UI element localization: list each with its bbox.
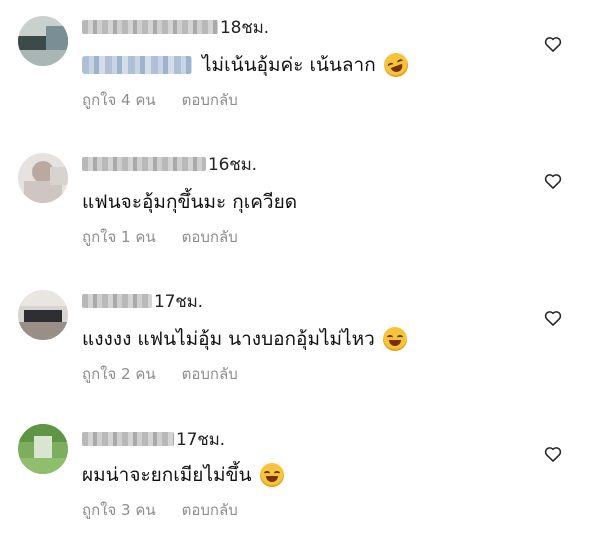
username-blurred[interactable] (82, 432, 174, 446)
like-count-link[interactable]: ถูกใจ 1 คน (82, 225, 156, 249)
comment-meta: ถูกใจ 1 คน ตอบกลับ (82, 225, 238, 249)
username-row: 16ชม. (82, 155, 257, 175)
mention-blurred[interactable] (82, 56, 192, 74)
comment-item: 16ชม. แฟนจะอุ้มกุขึ้นมะ กุเควียด ถูกใจ 1… (0, 137, 600, 267)
reply-button[interactable]: ตอบกลับ (182, 88, 238, 112)
comment-time: 17ชม. (154, 291, 203, 312)
username-row: 18ชม. (82, 18, 269, 38)
comment-item: 17ชม. แงงงง แฟนไม่อุ้ม นางบอกอุ้มไม่ไหว … (0, 274, 600, 404)
like-count-link[interactable]: ถูกใจ 3 คน (82, 498, 156, 522)
comment-text-row: แฟนจะอุ้มกุขึ้นมะ กุเควียด (82, 187, 297, 217)
username-blurred[interactable] (82, 20, 218, 34)
reply-button[interactable]: ตอบกลับ (182, 362, 238, 386)
avatar[interactable] (18, 153, 68, 203)
comment-item: 17ชม. ผมน่าจะยกเมียไม่ขึ้น ถูกใจ 3 คน ตอ… (0, 412, 600, 542)
comment-meta: ถูกใจ 2 คน ตอบกลับ (82, 362, 238, 386)
username-blurred[interactable] (82, 157, 206, 171)
comment-meta: ถูกใจ 4 คน ตอบกลับ (82, 88, 238, 112)
comment-text-row: แงงงง แฟนไม่อุ้ม นางบอกอุ้มไม่ไหว (82, 324, 407, 354)
comment-time: 18ชม. (220, 17, 269, 38)
comment-text: ผมน่าจะยกเมียไม่ขึ้น (82, 464, 252, 486)
username-blurred[interactable] (82, 294, 152, 308)
like-count-link[interactable]: ถูกใจ 4 คน (82, 88, 156, 112)
heart-outline-icon[interactable] (543, 171, 563, 191)
avatar[interactable] (18, 424, 68, 474)
tears-of-joy-icon (259, 463, 284, 487)
avatar[interactable] (18, 290, 68, 340)
comment-item: 18ชม. ไม่เน้นอุ้มค่ะ เน้นลาก ถูกใจ 4 คน … (0, 0, 600, 130)
comment-text-row: ผมน่าจะยกเมียไม่ขึ้น (82, 460, 284, 490)
comment-text: แฟนจะอุ้มกุขึ้นมะ กุเควียด (82, 191, 298, 213)
username-row: 17ชม. (82, 430, 225, 450)
comment-text-row: ไม่เน้นอุ้มค่ะ เน้นลาก (82, 49, 412, 81)
reply-button[interactable]: ตอบกลับ (182, 498, 238, 522)
comment-time: 17ชม. (176, 429, 225, 450)
heart-outline-icon[interactable] (543, 34, 563, 54)
reply-button[interactable]: ตอบกลับ (182, 225, 238, 249)
comment-meta: ถูกใจ 3 คน ตอบกลับ (82, 498, 238, 522)
tears-of-joy-icon (382, 327, 407, 351)
avatar[interactable] (18, 16, 68, 66)
username-row: 17ชม. (82, 292, 203, 312)
like-count-link[interactable]: ถูกใจ 2 คน (82, 362, 156, 386)
comment-text: ไม่เน้นอุ้มค่ะ เน้นลาก (202, 54, 376, 76)
comment-text: แงงงง แฟนไม่อุ้ม นางบอกอุ้มไม่ไหว (82, 328, 375, 350)
comment-time: 16ชม. (208, 154, 257, 175)
heart-outline-icon[interactable] (543, 308, 563, 328)
rolling-on-floor-laughing-icon (380, 49, 412, 81)
heart-outline-icon[interactable] (543, 444, 563, 464)
